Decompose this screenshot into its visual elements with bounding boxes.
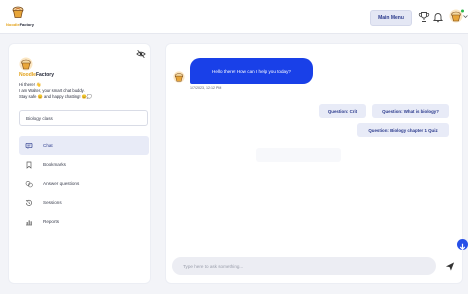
greeting-text: Hi there! 👋 I am Walter, your smart chat… (19, 82, 144, 100)
chat-input-wrapper (172, 257, 436, 275)
sidebar: NoodleFactory Hi there! 👋 I am Walter, y… (8, 43, 151, 284)
send-icon[interactable] (444, 261, 456, 272)
brand-suffix: Factory (35, 72, 55, 78)
suggestion-chip[interactable]: Question: Biology chapter 1 Quiz (357, 123, 449, 137)
brand-prefix: Noodle (6, 22, 20, 27)
chat-icon (25, 142, 33, 149)
arrow-down-icon (459, 243, 466, 251)
bell-icon[interactable] (432, 11, 444, 23)
chevron-down-icon[interactable] (463, 14, 468, 19)
chart-icon (26, 219, 32, 225)
sidebar-item-bookmarks[interactable]: Bookmarks (19, 155, 149, 174)
top-bar: NoodleFactory Main Menu (0, 0, 468, 34)
sidebar-item-sessions[interactable]: Sessions (19, 193, 149, 212)
trophy-icon[interactable] (418, 11, 430, 23)
greeting-line: Stay safe 😊 and happy chatting! 😊💭 (19, 94, 93, 99)
sidebar-brand: NoodleFactory (19, 72, 54, 78)
chat-input[interactable] (172, 257, 436, 275)
noodle-cup-icon (19, 57, 33, 71)
bot-message-bubble: Hello there! How can I help you today? (190, 58, 313, 84)
class-selector[interactable]: Biology class (19, 110, 148, 126)
suggestion-chip[interactable]: Question: Crit (319, 104, 366, 118)
sidebar-item-reports[interactable]: Reports (19, 212, 149, 231)
scroll-down-button[interactable] (457, 239, 468, 251)
message-placeholder (256, 148, 341, 162)
sidebar-nav: Chat Bookmarks Answer questions Sessions (19, 136, 149, 231)
hide-sidebar-icon[interactable] (136, 49, 146, 59)
brand-prefix: Noodle (19, 72, 36, 78)
suggestion-chip[interactable]: Question: What is biology? (372, 104, 449, 118)
sidebar-item-label: Reports (43, 219, 60, 224)
sidebar-item-label: Chat (43, 143, 53, 148)
message-timestamp: 1/7/2023, 12:12 PM (190, 86, 222, 90)
bot-avatar-icon (173, 71, 185, 83)
sidebar-item-label: Bookmarks (43, 162, 66, 167)
app-logo[interactable]: NoodleFactory (6, 5, 46, 29)
answer-icon (25, 180, 33, 187)
sidebar-item-chat[interactable]: Chat (19, 136, 149, 155)
bookmark-icon (26, 161, 32, 169)
brand-name: NoodleFactory (6, 22, 34, 27)
sidebar-item-answer-questions[interactable]: Answer questions (19, 174, 149, 193)
history-icon (25, 199, 32, 206)
sidebar-item-label: Sessions (43, 200, 62, 205)
sidebar-item-label: Answer questions (43, 181, 80, 186)
main-menu-button[interactable]: Main Menu (370, 10, 412, 26)
noodle-cup-icon (12, 6, 24, 18)
brand-suffix: Factory (19, 22, 35, 27)
chat-panel: Hello there! How can I help you today? 1… (165, 43, 463, 284)
